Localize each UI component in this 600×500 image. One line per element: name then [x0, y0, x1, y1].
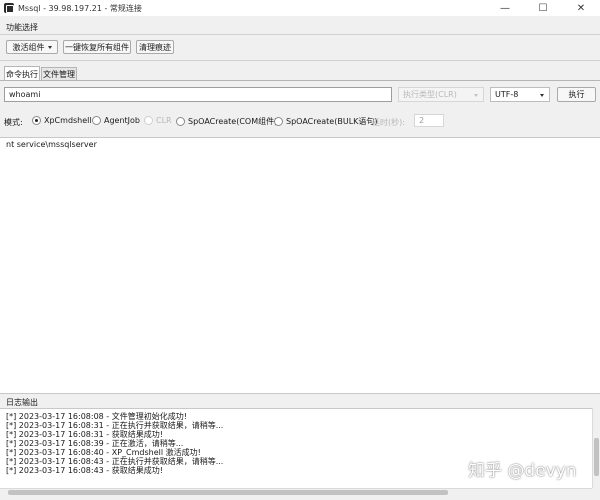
scrollbar-thumb[interactable] [594, 438, 599, 476]
scrollbar-thumb[interactable] [8, 490, 448, 495]
radio-label: AgentJob [104, 116, 141, 125]
radio-label: SpOACreate(BULK语句) [286, 117, 378, 126]
radio-clr: CLR [144, 116, 172, 125]
execute-button[interactable]: 执行 [557, 87, 596, 102]
activate-component-button[interactable]: 激活组件 [6, 40, 58, 54]
radio-button[interactable] [176, 117, 185, 126]
log-line: [*] 2023-03-17 16:08:39 - 正在激活，请稍等... [6, 439, 184, 448]
delay-input[interactable]: 2 [414, 114, 444, 127]
log-header: 日志输出 [0, 396, 600, 408]
log-vertical-scrollbar[interactable] [592, 408, 600, 488]
command-output[interactable]: nt service\mssqlserver [0, 137, 600, 394]
activate-component-label: 激活组件 [12, 42, 45, 52]
tab-command-exec[interactable]: 命令执行 [4, 66, 40, 81]
log-horizontal-scrollbar[interactable] [0, 488, 592, 496]
encoding-value: UTF-8 [495, 90, 519, 99]
radio-spoacreate-com[interactable]: SpOACreate(COM组件) [176, 116, 277, 127]
exec-type-placeholder: 执行类型(CLR) [403, 90, 457, 99]
function-group-label: 功能选择 [6, 23, 38, 32]
radio-label: SpOACreate(COM组件) [188, 117, 278, 126]
radio-button[interactable] [32, 116, 41, 125]
title-bar: Mssql - 39.98.197.21 - 常规连接 — ☐ ✕ [0, 0, 600, 16]
log-line: [*] 2023-03-17 16:08:31 - 获取结果成功! [6, 430, 163, 439]
radio-xpcmdshell[interactable]: XpCmdshell [32, 116, 92, 125]
clear-traces-button[interactable]: 清理痕迹 [136, 40, 174, 54]
chevron-down-icon [540, 94, 544, 97]
exec-type-select[interactable]: 执行类型(CLR) [398, 87, 484, 102]
radio-button[interactable] [92, 116, 101, 125]
tab-file-manager[interactable]: 文件管理 [41, 67, 77, 81]
app-icon [4, 3, 14, 13]
log-line: [*] 2023-03-17 16:08:08 - 文件管理初始化成功! [6, 412, 187, 421]
mode-label: 模式: [4, 118, 23, 127]
radio-button[interactable] [274, 117, 283, 126]
log-line: [*] 2023-03-17 16:08:31 - 正在执行并获取结果，请稍等.… [6, 421, 224, 430]
radio-label: CLR [156, 116, 172, 125]
radio-label: XpCmdshell [44, 116, 92, 125]
command-input[interactable]: whoami [4, 87, 392, 102]
window-title: Mssql - 39.98.197.21 - 常规连接 [18, 3, 142, 13]
output-text: nt service\mssqlserver [6, 140, 97, 149]
minimize-button[interactable]: — [486, 0, 524, 16]
chevron-down-icon [47, 45, 52, 49]
maximize-button[interactable]: ☐ [524, 0, 562, 16]
divider [0, 60, 600, 61]
restore-all-components-button[interactable]: 一键恢复所有组件 [63, 40, 131, 54]
delay-label: 延时(秒): [372, 118, 405, 127]
close-button[interactable]: ✕ [562, 0, 600, 16]
chevron-down-icon [474, 94, 478, 97]
radio-agentjob[interactable]: AgentJob [92, 116, 140, 125]
encoding-select[interactable]: UTF-8 [490, 87, 550, 102]
radio-button [144, 116, 153, 125]
watermark: 知乎 @devyn [468, 461, 577, 481]
radio-spoacreate-bulk[interactable]: SpOACreate(BULK语句) [274, 116, 378, 127]
divider [0, 34, 600, 35]
